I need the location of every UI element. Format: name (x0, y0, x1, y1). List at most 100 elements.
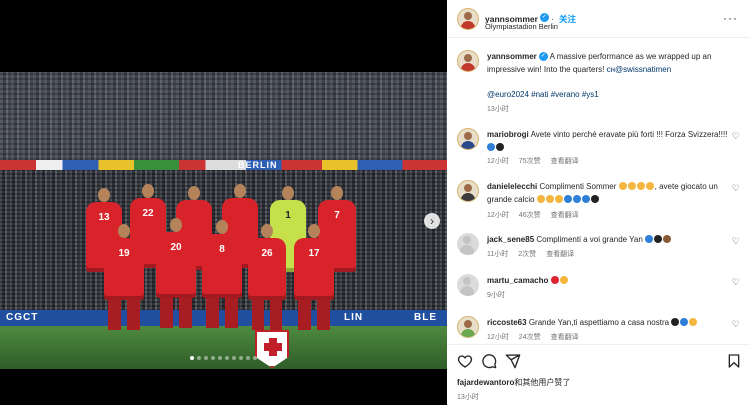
share-icon[interactable] (505, 353, 521, 369)
see-translation-link[interactable]: 查看翻译 (551, 158, 579, 165)
player-front-3: 8 (202, 220, 242, 328)
blue-heart-icon (680, 318, 689, 326)
commenter-avatar[interactable] (457, 274, 479, 296)
commenter-avatar[interactable] (457, 180, 479, 202)
carousel-dots (0, 356, 447, 360)
liked-by-suffix[interactable]: 和其他用户赞了 (514, 378, 570, 387)
follow-button[interactable]: 关注 (559, 14, 576, 24)
see-translation-link[interactable]: 查看翻译 (546, 251, 574, 258)
comments-list[interactable]: yannsommer ✓ A massive performance as we … (447, 38, 750, 344)
caption-avatar[interactable] (457, 50, 479, 72)
pitch-grass (0, 326, 447, 369)
carousel-dot[interactable] (197, 356, 201, 360)
comment-time: 12小时 (487, 334, 509, 341)
board-text-mid: LIN (344, 312, 364, 323)
post-time: 13小时 (457, 394, 479, 401)
commenter-username[interactable]: mariobrogi (487, 130, 529, 139)
comment-likes[interactable]: 2次赞 (518, 251, 536, 258)
commenter-avatar[interactable] (457, 233, 479, 255)
blue-heart-icon (563, 195, 572, 203)
black-heart-icon (654, 235, 663, 243)
stadium-ribbon (0, 160, 447, 170)
black-heart-icon (671, 318, 680, 326)
player-front-4: 26 (248, 224, 286, 330)
comment-time: 12小时 (487, 212, 509, 219)
author-avatar[interactable] (457, 8, 479, 30)
carousel-dot[interactable] (211, 356, 215, 360)
carousel-next-button[interactable]: › (424, 213, 440, 229)
comment-meta: 12小时 24次赞 查看翻译 (487, 332, 589, 342)
blue-heart-icon (572, 195, 581, 203)
comment-like-icon[interactable]: ♡ (732, 236, 740, 247)
comment-likes[interactable]: 46次赞 (519, 212, 541, 219)
comment-likes[interactable]: 75次赞 (519, 158, 541, 165)
post-side-panel: yannsommer ✓ · 关注 Olympiastadion Berlin ·… (447, 0, 750, 405)
commenter-username[interactable]: danielelecchi (487, 182, 537, 191)
commenter-username[interactable]: jack_sene85 (487, 235, 534, 244)
clap-icon (636, 182, 645, 190)
red-heart-icon (550, 276, 559, 284)
commenter-avatar[interactable] (457, 128, 479, 150)
carousel-dot[interactable] (218, 356, 222, 360)
caption-username[interactable]: yannsommer (487, 52, 537, 61)
media-pane: BERLIN CGCT LIN BLE 13 22 1 7 19 20 8 26… (0, 0, 447, 405)
post-header: yannsommer ✓ · 关注 Olympiastadion Berlin ·… (447, 0, 750, 38)
carousel-dot[interactable] (204, 356, 208, 360)
comment-body: Complimenti a voi grande Yan (536, 235, 643, 244)
board-text-left: CGCT (6, 312, 39, 323)
pray-icon (559, 276, 568, 284)
comment-time: 9小时 (487, 292, 505, 299)
comment-meta: 11小时 2次赞 查看翻译 (487, 249, 584, 259)
comment-meta: 12小时 75次赞 查看翻译 (487, 156, 589, 166)
carousel-dot[interactable] (190, 356, 194, 360)
chevron-right-icon: › (430, 214, 434, 228)
comment-body: Avete vinto perché eravate più forti !!!… (530, 130, 728, 139)
post-photo[interactable]: BERLIN CGCT LIN BLE 13 22 1 7 19 20 8 26… (0, 72, 447, 369)
comment-like-icon[interactable]: ♡ (732, 131, 740, 142)
comment-body: Complimenti Sommer (539, 182, 617, 191)
commenter-username[interactable]: riccoste63 (487, 318, 527, 327)
board-text-right: BLE (414, 312, 437, 323)
comment-icon[interactable] (481, 353, 497, 369)
carousel-dot[interactable] (239, 356, 243, 360)
clap-icon (627, 182, 636, 190)
caption-text: yannsommer ✓ A massive performance as we … (487, 50, 730, 76)
comment-like-icon[interactable]: ♡ (732, 277, 740, 288)
caption-hashtags[interactable]: @euro2024 #nati #verano #ys1 (487, 88, 730, 101)
blue-heart-icon (581, 195, 590, 203)
comment-time: 12小时 (487, 158, 509, 165)
player-front-2: 20 (156, 218, 196, 328)
player-front-1: 19 (104, 224, 144, 330)
bookmark-icon[interactable] (726, 353, 742, 369)
verified-badge-icon: ✓ (538, 52, 548, 62)
post-actions-bar (447, 344, 750, 374)
carousel-dot[interactable] (246, 356, 250, 360)
carousel-dot[interactable] (232, 356, 236, 360)
comment-body: Grande Yan,ti aspettiamo a casa nostra (528, 318, 670, 327)
comment-text: martu_camacho (487, 274, 730, 287)
ribbon-text: BERLIN (238, 160, 278, 170)
see-translation-link[interactable]: 查看翻译 (551, 334, 579, 341)
black-heart-icon (590, 195, 599, 203)
comment-text: danielelecchi Complimenti Sommer , avete… (487, 180, 730, 206)
clap-icon (536, 195, 545, 203)
heart-icon[interactable] (457, 353, 473, 369)
caption-mention[interactable]: cн@swissnatimen (607, 65, 672, 74)
clap-icon (554, 195, 563, 203)
carousel-dot[interactable] (225, 356, 229, 360)
comment-like-icon[interactable]: ♡ (732, 183, 740, 194)
comment-like-icon[interactable]: ♡ (732, 319, 740, 330)
caption-time: 13小时 (487, 106, 509, 113)
commenter-avatar[interactable] (457, 316, 479, 338)
carousel-dot[interactable] (253, 356, 257, 360)
clap-icon (663, 235, 672, 243)
comment-text: mariobrogi Avete vinto perché eravate pi… (487, 128, 730, 154)
see-translation-link[interactable]: 查看翻译 (551, 212, 579, 219)
clap-icon (545, 195, 554, 203)
liked-by-username[interactable]: fajardewantoro (457, 378, 514, 387)
more-options-icon[interactable]: ··· (723, 11, 738, 25)
comment-likes[interactable]: 24次赞 (519, 334, 541, 341)
commenter-username[interactable]: martu_camacho (487, 276, 548, 285)
black-heart-icon (496, 143, 504, 151)
post-location[interactable]: Olympiastadion Berlin (485, 22, 558, 31)
